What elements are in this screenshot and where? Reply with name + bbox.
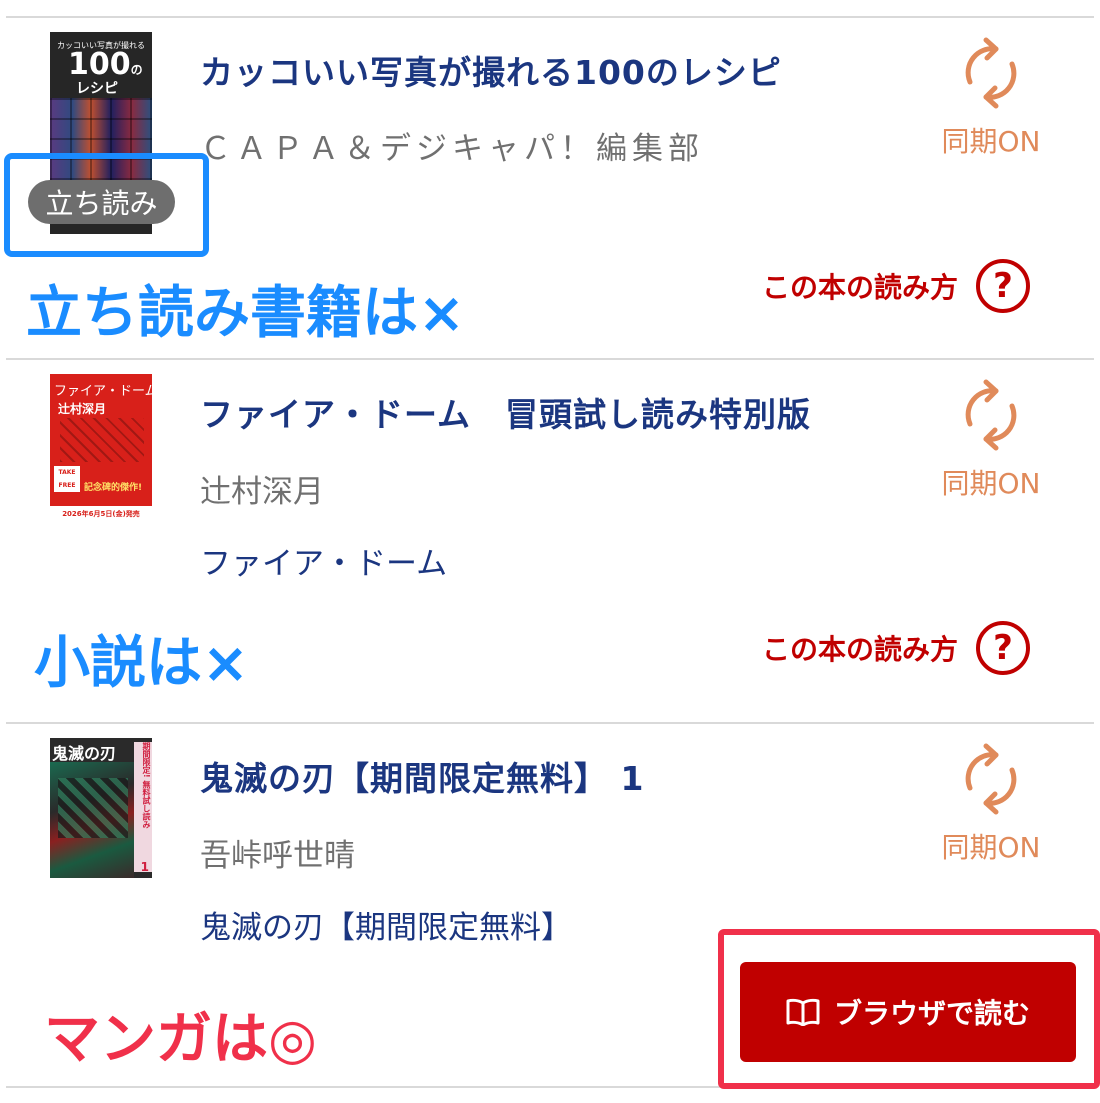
book-author-2: 辻村深月 (200, 474, 324, 510)
sync-icon (965, 743, 1017, 815)
cover-tag-text: 記念碑的傑作! (84, 483, 143, 493)
cover-date-text: 2026年6月5日(金)発売 (50, 506, 152, 522)
read-button-label: ブラウザで読む (833, 997, 1030, 1030)
sync-label-2: 同期ON (941, 467, 1041, 500)
cover-top-text: ファイア・ドーム (54, 384, 152, 399)
howto-label-2: この本の読み方 (762, 633, 959, 666)
sync-icon (965, 379, 1017, 451)
book-series-2[interactable]: ファイア・ドーム (200, 538, 447, 583)
book-series-3[interactable]: 鬼滅の刃【期間限定無料】 (200, 902, 572, 947)
read-in-browser-button[interactable]: ブラウザで読む (740, 962, 1076, 1062)
book-icon (786, 998, 820, 1026)
sync-status-1[interactable]: 同期ON (936, 36, 1046, 160)
cover-top-text: 鬼滅の刃 (52, 744, 117, 763)
annotation-manga: マンガは◎ (44, 1007, 317, 1072)
divider-top (6, 16, 1094, 18)
cover-side-text: 期間限定! 無料試し読み (134, 742, 152, 872)
annotation-novel: 小説は× (34, 631, 249, 696)
book-cover-3[interactable]: 鬼滅の刃 期間限定! 無料試し読み 1 (50, 738, 152, 878)
howto-label-1: この本の読み方 (762, 271, 959, 304)
divider-2 (6, 722, 1094, 724)
book-author-3: 吾峠呼世晴 (200, 838, 355, 874)
sync-status-3[interactable]: 同期ON (936, 742, 1046, 866)
cover-author-text: 辻村深月 (58, 402, 107, 416)
cover-volume: 1 (140, 860, 149, 874)
cover-sub-text: レシピ (76, 81, 118, 97)
question-icon: ? (976, 621, 1031, 675)
howto-read-2[interactable]: この本の読み方 ? (762, 621, 1031, 675)
sync-status-2[interactable]: 同期ON (936, 378, 1046, 502)
annotation-trial: 立ち読み書籍は× (26, 281, 465, 346)
book-cover-2[interactable]: ファイア・ドーム 辻村深月 TAKE FREE 記念碑的傑作! 2026年6月5… (50, 374, 152, 522)
cover-free-badge: TAKE FREE (54, 466, 80, 492)
sync-label-1: 同期ON (941, 125, 1041, 158)
book-title-2[interactable]: ファイア・ドーム 冒頭試し読み特別版 (200, 388, 811, 436)
sync-icon (965, 37, 1017, 109)
book-title-1[interactable]: カッコいい写真が撮れる100のレシピ (200, 46, 782, 94)
question-icon: ? (976, 259, 1031, 313)
book-author-1: ＣＡＰＡ＆デジキャパ！編集部 (200, 131, 704, 167)
howto-read-1[interactable]: この本の読み方 ? (762, 259, 1031, 313)
sync-label-3: 同期ON (941, 831, 1041, 864)
book-title-3[interactable]: 鬼滅の刃【期間限定無料】 1 (200, 752, 644, 800)
trial-highlight-box (4, 153, 209, 257)
divider-1 (6, 358, 1094, 360)
